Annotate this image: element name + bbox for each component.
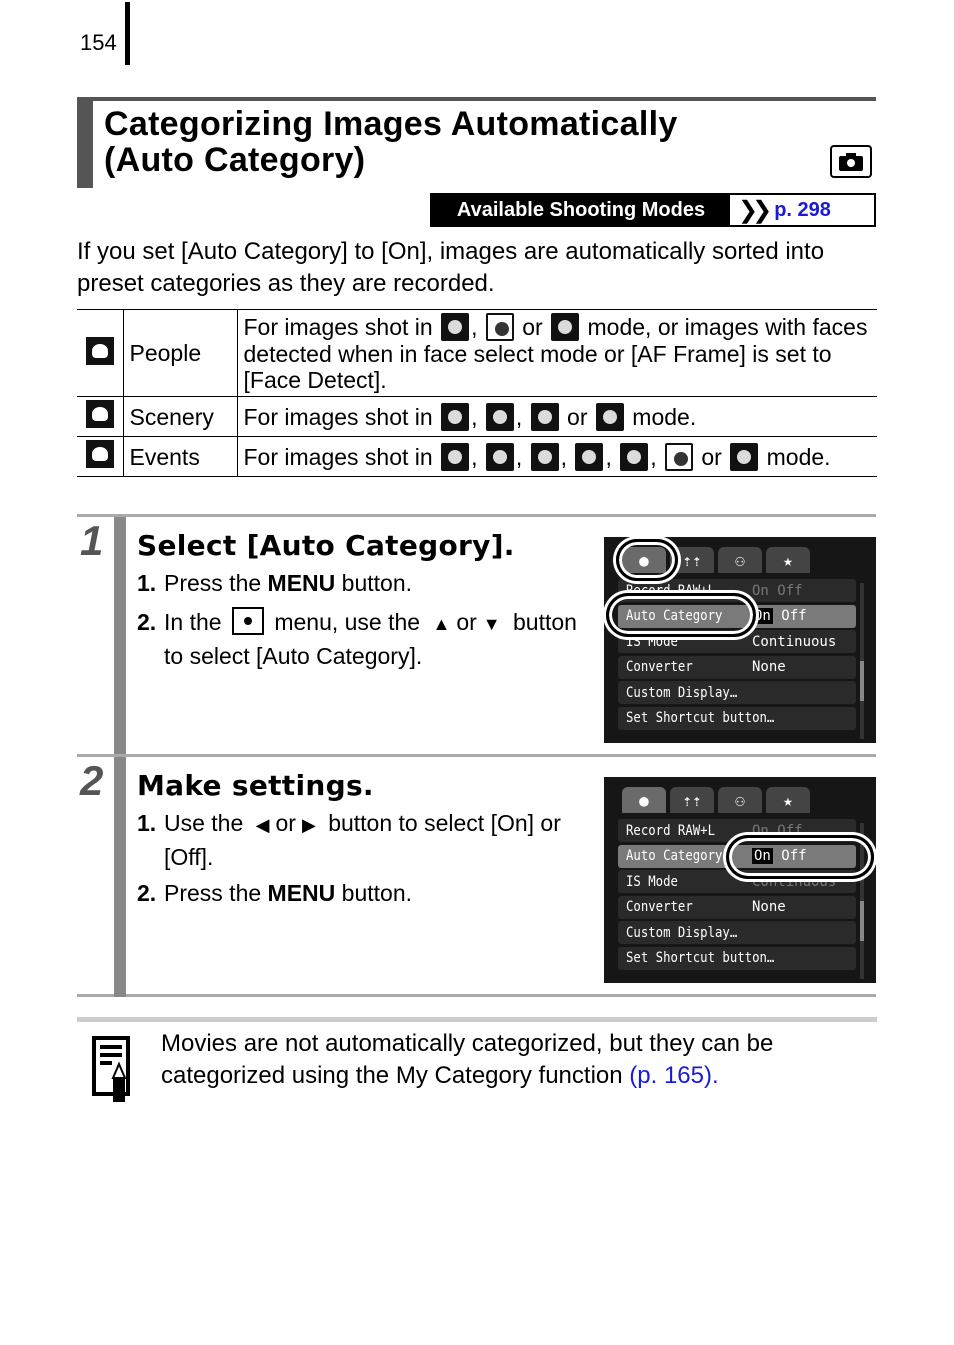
lcd-scrollbar [860, 583, 864, 739]
events-category-icon [85, 440, 114, 468]
step-number: 1 [80, 517, 104, 564]
step-instruction: 2. In the menu, use the ▲ or ▼ button to s… [137, 607, 577, 669]
highlight-auto-category [606, 593, 756, 637]
menu-row-custom-display[interactable]: Custom Display… [618, 681, 856, 705]
modes-label: Available Shooting Modes [432, 195, 730, 225]
category-description: For images shot in , , , , , or mode. [236, 436, 877, 477]
step-1: 1 Select [Auto Category]. 1. Press the M… [77, 514, 876, 757]
menu-row-set-shortcut[interactable]: Set Shortcut button… [618, 706, 856, 730]
page-number: 154 [80, 30, 117, 55]
night-scene-mode-icon [485, 402, 514, 431]
left-arrow-icon: ◀ [255, 815, 270, 835]
sunset-mode-icon [595, 402, 624, 431]
camera-icon [830, 145, 872, 178]
sports-mode-icon [441, 442, 470, 471]
up-arrow-icon: ▲ [432, 614, 451, 634]
people-category-icon [85, 336, 114, 365]
camera-screen-2: ● ⇡⇡ ⚇ ★ Record RAW+L On Off Auto Categor… [604, 777, 876, 983]
my-menu-tab[interactable]: ⚇ [718, 547, 762, 573]
step-instruction: 1. Press the MENU button. [137, 570, 413, 596]
memo-icon [92, 1036, 130, 1102]
step-title: Select [Auto Category]. [137, 529, 515, 562]
menu-row-converter[interactable]: Converter None [618, 895, 856, 919]
title-side-bar [77, 97, 93, 188]
portrait-mode-icon [441, 313, 470, 341]
aquarium-mode-icon [665, 442, 693, 471]
category-name: People [122, 309, 237, 397]
note-page-link[interactable]: (p. 165) [629, 1062, 712, 1089]
beach-mode-icon [575, 442, 604, 471]
highlight-camera-tab [616, 539, 678, 581]
step-instruction: 1. Use the ◀ or ▶ button to select [On] or… [137, 810, 561, 870]
double-chevron-icon: ❯❯ [738, 196, 772, 224]
page-title-line1: Categorizing Images Automatically [104, 105, 678, 143]
category-name: Events [122, 436, 237, 477]
step-bar [114, 757, 126, 997]
kids-pets-mode-icon [485, 313, 514, 341]
menu-row-custom-display[interactable]: Custom Display… [618, 921, 856, 945]
favorites-tab[interactable]: ★ [766, 547, 810, 573]
camera-screen-1: ● ⇡⇡ ⚇ ★ Record RAW+L On Off Auto Categor… [604, 537, 876, 743]
underwater-mode-icon [730, 442, 759, 471]
category-table: People For images shot in , or mode, or … [77, 309, 877, 477]
step-title: Make settings. [137, 769, 374, 802]
modes-link-text[interactable]: p. 298 [774, 199, 831, 222]
right-arrow-icon: ▶ [301, 815, 316, 835]
shooting-menu-icon [231, 607, 264, 635]
menu-row-set-shortcut[interactable]: Set Shortcut button… [618, 946, 856, 970]
fireworks-mode-icon [620, 442, 649, 471]
title-block: Categorizing Images Automatically (Auto … [77, 97, 876, 188]
step-instruction: 2. Press the MENU button. [137, 880, 413, 906]
step-bar [114, 517, 126, 757]
landscape-mode-icon [441, 402, 470, 431]
step-number: 2 [80, 757, 104, 804]
lcd-tabs: ● ⇡⇡ ⚇ ★ [622, 787, 810, 813]
available-shooting-modes-bar: Available Shooting Modes ❯❯ p. 298 [430, 193, 876, 227]
category-description: For images shot in , or mode, or images … [236, 309, 877, 397]
table-row: Scenery For images shot in , , or mode. [77, 396, 877, 437]
menu-row-converter[interactable]: Converter None [618, 655, 856, 679]
category-description: For images shot in , , or mode. [236, 396, 877, 437]
modes-page-link[interactable]: ❯❯ p. 298 [730, 195, 874, 225]
settings-tab[interactable]: ⇡⇡ [670, 787, 714, 813]
category-name: Scenery [122, 396, 237, 437]
party-mode-icon [485, 442, 514, 471]
snow-mode-icon [530, 442, 559, 471]
favorites-tab[interactable]: ★ [766, 787, 810, 813]
step-2: 2 Make settings. 1. Use the ◀ or ▶ button … [77, 754, 876, 997]
note-text: Movies are not automatically categorized… [161, 1030, 774, 1089]
table-row: Events For images shot in , , , , , or m… [77, 436, 877, 477]
down-arrow-icon: ▼ [482, 614, 501, 634]
indoor-mode-icon [551, 313, 580, 341]
table-row: People For images shot in , or mode, or … [77, 309, 877, 397]
page-title-line2: (Auto Category) [104, 141, 366, 179]
my-menu-tab[interactable]: ⚇ [718, 787, 762, 813]
note-box: Movies are not automatically categorized… [77, 1017, 877, 1102]
camera-tab[interactable]: ● [622, 787, 666, 813]
page-title: Categorizing Images Automatically (Auto … [104, 106, 678, 178]
highlight-on-off [726, 835, 874, 879]
intro-paragraph: If you set [Auto Category] to [On], imag… [77, 238, 825, 297]
foliage-mode-icon [530, 402, 559, 431]
scenery-category-icon [85, 400, 114, 428]
page-number-divider [125, 2, 130, 65]
